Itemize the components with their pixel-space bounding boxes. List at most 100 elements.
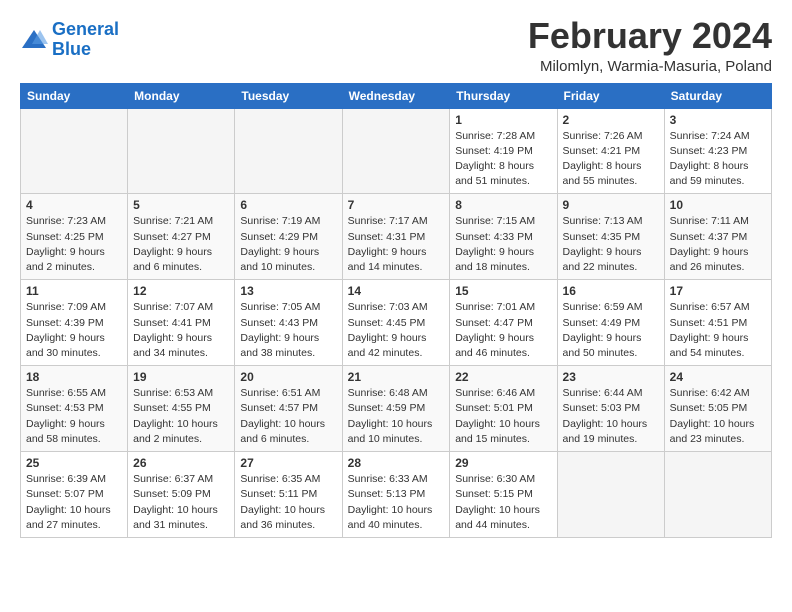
day-number: 21 <box>348 370 445 384</box>
calendar-row-1: 1Sunrise: 7:28 AMSunset: 4:19 PMDaylight… <box>21 108 772 194</box>
calendar-cell: 3 Sunrise: 7:24 AMSunset: 4:23 PMDaylight… <box>664 108 771 194</box>
calendar-cell: 2Sunrise: 7:26 AMSunset: 4:21 PMDaylight… <box>557 108 664 194</box>
day-number: 4 <box>26 198 122 212</box>
day-number: 26 <box>133 456 229 470</box>
logo-line1: General <box>52 19 119 39</box>
day-number: 14 <box>348 284 445 298</box>
calendar-cell: 9 Sunrise: 7:13 AMSunset: 4:35 PMDaylight… <box>557 194 664 280</box>
logo-icon <box>20 26 48 54</box>
calendar-cell <box>664 452 771 538</box>
calendar-cell: 11Sunrise: 7:09 AMSunset: 4:39 PMDayligh… <box>21 280 128 366</box>
calendar-cell: 24 Sunrise: 6:42 AMSunset: 5:05 PMDayligh… <box>664 366 771 452</box>
day-info: Sunrise: 7:07 AMSunset: 4:41 PMDaylight:… <box>133 300 229 361</box>
calendar-subtitle: Milomlyn, Warmia-Masuria, Poland <box>528 58 772 75</box>
day-number: 29 <box>455 456 551 470</box>
day-number: 5 <box>133 198 229 212</box>
weekday-header-thursday: Thursday <box>450 83 557 108</box>
day-number: 15 <box>455 284 551 298</box>
logo: General Blue <box>20 20 119 60</box>
calendar-title: February 2024 <box>528 16 772 56</box>
weekday-header-monday: Monday <box>128 83 235 108</box>
day-number: 22 <box>455 370 551 384</box>
day-info: Sunrise: 7:05 AMSunset: 4:43 PMDaylight:… <box>240 300 336 361</box>
day-info: Sunrise: 6:37 AMSunset: 5:09 PMDaylight:… <box>133 472 229 533</box>
calendar-cell: 5 Sunrise: 7:21 AMSunset: 4:27 PMDaylight… <box>128 194 235 280</box>
day-number: 20 <box>240 370 336 384</box>
weekday-header-saturday: Saturday <box>664 83 771 108</box>
calendar-cell: 29 Sunrise: 6:30 AMSunset: 5:15 PMDayligh… <box>450 452 557 538</box>
day-info: Sunrise: 6:55 AMSunset: 4:53 PMDaylight:… <box>26 386 122 447</box>
day-info: Sunrise: 6:48 AMSunset: 4:59 PMDaylight:… <box>348 386 445 447</box>
day-info: Sunrise: 7:23 AMSunset: 4:25 PMDaylight:… <box>26 214 122 275</box>
calendar-cell: 12 Sunrise: 7:07 AMSunset: 4:41 PMDayligh… <box>128 280 235 366</box>
weekday-header-sunday: Sunday <box>21 83 128 108</box>
calendar-body: 1Sunrise: 7:28 AMSunset: 4:19 PMDaylight… <box>21 108 772 537</box>
calendar-cell <box>342 108 450 194</box>
day-info: Sunrise: 6:42 AMSunset: 5:05 PMDaylight:… <box>670 386 766 447</box>
day-number: 6 <box>240 198 336 212</box>
day-info: Sunrise: 7:11 AMSunset: 4:37 PMDaylight:… <box>670 214 766 275</box>
day-info: Sunrise: 6:51 AMSunset: 4:57 PMDaylight:… <box>240 386 336 447</box>
calendar-cell: 18 Sunrise: 6:55 AMSunset: 4:53 PMDayligh… <box>21 366 128 452</box>
day-number: 12 <box>133 284 229 298</box>
calendar-cell: 1Sunrise: 7:28 AMSunset: 4:19 PMDaylight… <box>450 108 557 194</box>
calendar-cell <box>235 108 342 194</box>
day-number: 23 <box>563 370 659 384</box>
day-number: 13 <box>240 284 336 298</box>
calendar-cell <box>128 108 235 194</box>
calendar-cell: 15 Sunrise: 7:01 AMSunset: 4:47 PMDayligh… <box>450 280 557 366</box>
day-info: Sunrise: 7:15 AMSunset: 4:33 PMDaylight:… <box>455 214 551 275</box>
logo-line2: Blue <box>52 39 91 59</box>
calendar-cell <box>557 452 664 538</box>
calendar-cell <box>21 108 128 194</box>
day-number: 11 <box>26 284 122 298</box>
weekday-header-row: SundayMondayTuesdayWednesdayThursdayFrid… <box>21 83 772 108</box>
day-number: 16 <box>563 284 659 298</box>
day-number: 10 <box>670 198 766 212</box>
calendar-cell: 13 Sunrise: 7:05 AMSunset: 4:43 PMDayligh… <box>235 280 342 366</box>
calendar-cell: 25Sunrise: 6:39 AMSunset: 5:07 PMDayligh… <box>21 452 128 538</box>
weekday-header-wednesday: Wednesday <box>342 83 450 108</box>
day-info: Sunrise: 7:26 AMSunset: 4:21 PMDaylight:… <box>563 129 659 190</box>
day-info: Sunrise: 6:59 AMSunset: 4:49 PMDaylight:… <box>563 300 659 361</box>
day-info: Sunrise: 6:30 AMSunset: 5:15 PMDaylight:… <box>455 472 551 533</box>
day-info: Sunrise: 7:24 AMSunset: 4:23 PMDaylight:… <box>670 129 766 190</box>
calendar-cell: 26 Sunrise: 6:37 AMSunset: 5:09 PMDayligh… <box>128 452 235 538</box>
calendar-cell: 17Sunrise: 6:57 AMSunset: 4:51 PMDayligh… <box>664 280 771 366</box>
day-info: Sunrise: 6:35 AMSunset: 5:11 PMDaylight:… <box>240 472 336 533</box>
calendar-cell: 21 Sunrise: 6:48 AMSunset: 4:59 PMDayligh… <box>342 366 450 452</box>
day-number: 18 <box>26 370 122 384</box>
calendar-row-3: 11Sunrise: 7:09 AMSunset: 4:39 PMDayligh… <box>21 280 772 366</box>
calendar-cell: 8Sunrise: 7:15 AMSunset: 4:33 PMDaylight… <box>450 194 557 280</box>
calendar-cell: 7Sunrise: 7:17 AMSunset: 4:31 PMDaylight… <box>342 194 450 280</box>
day-number: 3 <box>670 113 766 127</box>
day-info: Sunrise: 7:03 AMSunset: 4:45 PMDaylight:… <box>348 300 445 361</box>
calendar-cell: 14 Sunrise: 7:03 AMSunset: 4:45 PMDayligh… <box>342 280 450 366</box>
day-number: 28 <box>348 456 445 470</box>
day-number: 9 <box>563 198 659 212</box>
calendar-cell: 10 Sunrise: 7:11 AMSunset: 4:37 PMDayligh… <box>664 194 771 280</box>
page-header: General Blue February 2024 Milomlyn, War… <box>20 16 772 75</box>
calendar-cell: 27 Sunrise: 6:35 AMSunset: 5:11 PMDayligh… <box>235 452 342 538</box>
day-info: Sunrise: 6:53 AMSunset: 4:55 PMDaylight:… <box>133 386 229 447</box>
day-number: 25 <box>26 456 122 470</box>
day-info: Sunrise: 6:46 AMSunset: 5:01 PMDaylight:… <box>455 386 551 447</box>
day-info: Sunrise: 7:21 AMSunset: 4:27 PMDaylight:… <box>133 214 229 275</box>
day-number: 27 <box>240 456 336 470</box>
day-number: 1 <box>455 113 551 127</box>
day-info: Sunrise: 7:19 AMSunset: 4:29 PMDaylight:… <box>240 214 336 275</box>
calendar-cell: 19Sunrise: 6:53 AMSunset: 4:55 PMDayligh… <box>128 366 235 452</box>
calendar-cell: 28Sunrise: 6:33 AMSunset: 5:13 PMDayligh… <box>342 452 450 538</box>
weekday-header-tuesday: Tuesday <box>235 83 342 108</box>
title-block: February 2024 Milomlyn, Warmia-Masuria, … <box>528 16 772 75</box>
day-info: Sunrise: 7:13 AMSunset: 4:35 PMDaylight:… <box>563 214 659 275</box>
day-info: Sunrise: 7:17 AMSunset: 4:31 PMDaylight:… <box>348 214 445 275</box>
day-info: Sunrise: 7:01 AMSunset: 4:47 PMDaylight:… <box>455 300 551 361</box>
day-number: 24 <box>670 370 766 384</box>
calendar-cell: 22 Sunrise: 6:46 AMSunset: 5:01 PMDayligh… <box>450 366 557 452</box>
calendar-cell: 16 Sunrise: 6:59 AMSunset: 4:49 PMDayligh… <box>557 280 664 366</box>
calendar-cell: 6 Sunrise: 7:19 AMSunset: 4:29 PMDaylight… <box>235 194 342 280</box>
calendar-row-4: 18 Sunrise: 6:55 AMSunset: 4:53 PMDayligh… <box>21 366 772 452</box>
calendar-row-2: 4 Sunrise: 7:23 AMSunset: 4:25 PMDaylight… <box>21 194 772 280</box>
calendar-table: SundayMondayTuesdayWednesdayThursdayFrid… <box>20 83 772 538</box>
